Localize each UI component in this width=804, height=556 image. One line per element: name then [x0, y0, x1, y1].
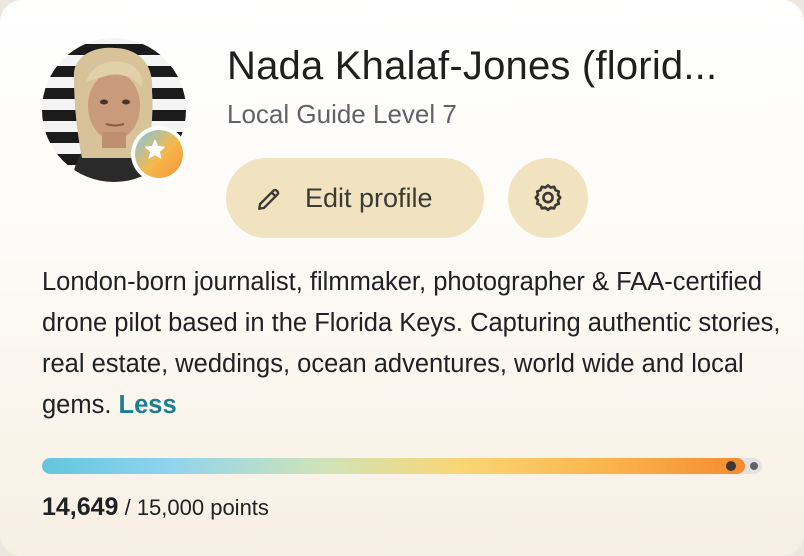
- star-badge-icon: [145, 139, 165, 159]
- guide-level[interactable]: Local Guide Level 7: [227, 96, 457, 132]
- points-summary: 14,649 / 15,000 points: [42, 490, 269, 525]
- profile-bio: London-born journalist, filmmaker, photo…: [42, 262, 782, 426]
- points-progress-fill: [42, 458, 746, 474]
- points-target: 15,000 points: [136, 495, 269, 520]
- profile-name: Nada Khalaf-Jones (florid...: [227, 44, 718, 88]
- avatar-container[interactable]: [42, 38, 187, 182]
- gear-icon: [534, 184, 562, 212]
- points-progress-bar: [42, 458, 762, 474]
- settings-button[interactable]: [508, 158, 588, 238]
- profile-card: Nada Khalaf-Jones (florid... Local Guide…: [0, 0, 804, 556]
- edit-profile-button[interactable]: Edit profile: [226, 158, 484, 238]
- progress-end-marker: [750, 462, 758, 470]
- bio-less-link[interactable]: Less: [119, 391, 177, 419]
- pencil-icon: [258, 188, 280, 210]
- points-current: 14,649: [42, 493, 119, 521]
- edit-profile-label: Edit profile: [305, 183, 433, 213]
- progress-current-marker: [726, 461, 736, 471]
- local-guide-badge: [131, 126, 187, 182]
- points-separator: /: [118, 495, 137, 520]
